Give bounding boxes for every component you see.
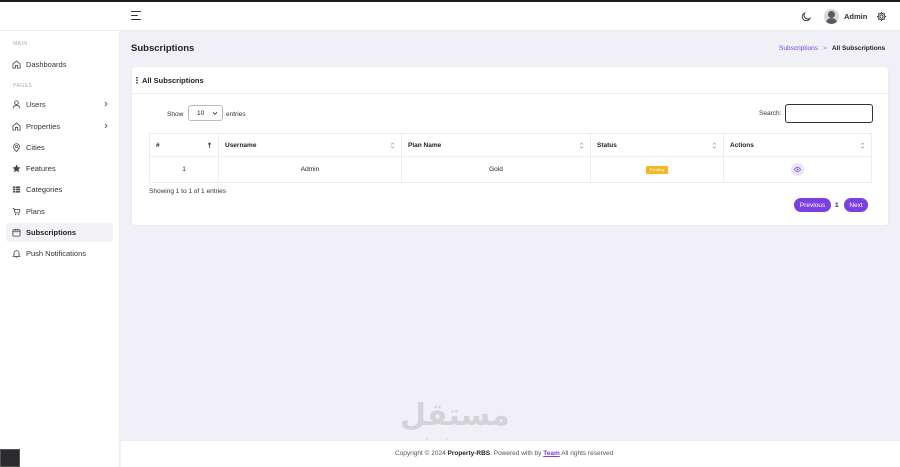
previous-button[interactable]: Previous — [794, 198, 831, 212]
sidebar-item-label: Properties — [26, 122, 61, 131]
cell-number: 1 — [149, 156, 219, 183]
sidebar-item-dashboards[interactable]: Dashboards — [6, 55, 113, 74]
sidebar-item-label: Features — [26, 164, 56, 173]
sidebar-item-label: Cities — [26, 143, 45, 152]
column-header-label: Username — [225, 141, 257, 149]
sidebar-item-label: Categories — [26, 185, 63, 194]
entries-label: entries — [226, 111, 246, 118]
chevron-right-icon — [104, 101, 108, 107]
sidebar-item-categories[interactable]: Categories — [6, 180, 113, 199]
page-length-value: 10 — [197, 110, 205, 117]
cell-status: Pending — [590, 156, 724, 183]
sidebar-item-plans[interactable]: Plans — [6, 202, 113, 221]
sidebar: MAIN Dashboards PAGES Users Properties C… — [0, 31, 120, 467]
cell-actions — [723, 156, 872, 183]
table-row: 1 Admin Gold Pending — [149, 156, 872, 183]
card-title: All Subscriptions — [142, 76, 204, 85]
sort-icon — [579, 142, 584, 149]
column-header-plan-name[interactable]: Plan Name — [401, 133, 591, 157]
table-header-row: # Username Plan Name Status Actions — [149, 133, 872, 157]
home-icon — [12, 122, 21, 131]
footer-copyright: Copyright © 2024 — [395, 450, 446, 457]
user-icon — [12, 100, 21, 109]
user-name[interactable]: Admin — [844, 12, 867, 21]
sidebar-item-cities[interactable]: Cities — [6, 138, 113, 157]
footer-text: Copyright © 2024 Property-RBS. Powered w… — [395, 450, 613, 457]
moon-icon[interactable] — [801, 11, 812, 22]
cell-username: Admin — [218, 156, 402, 183]
subscriptions-card: All Subscriptions Show 10 entries Search… — [131, 66, 889, 226]
footer: Copyright © 2024 Property-RBS. Powered w… — [121, 440, 900, 467]
watermark-arabic: مستقل — [400, 398, 510, 433]
box-icon — [12, 228, 21, 237]
column-header-number[interactable]: # — [149, 133, 219, 157]
breadcrumb: Subscriptions > All Subscriptions — [779, 45, 885, 52]
sidebar-item-label: Users — [26, 100, 46, 109]
page-number-current[interactable]: 1 — [835, 202, 839, 209]
sidebar-item-label: Subscriptions — [26, 228, 77, 237]
sort-icon — [860, 142, 865, 149]
show-label: Show — [167, 111, 184, 118]
footer-brand: Property-RBS — [447, 450, 491, 457]
breadcrumb-current: All Subscriptions — [831, 45, 886, 52]
sidebar-item-label: Plans — [26, 207, 45, 216]
star-icon — [12, 164, 21, 173]
column-header-actions[interactable]: Actions — [723, 133, 872, 157]
sidebar-item-features[interactable]: Features — [6, 159, 113, 178]
sidebar-item-label: Dashboards — [26, 60, 67, 69]
sort-asc-icon — [207, 142, 212, 148]
top-bar: Admin — [0, 0, 900, 31]
footer-team-link[interactable]: Team — [543, 450, 560, 457]
sidebar-item-label: Push Notifications — [26, 249, 87, 258]
footer-rights: All rights reserved — [561, 450, 614, 457]
sort-icon — [712, 142, 717, 149]
hamburger-icon[interactable] — [131, 11, 141, 20]
status-badge: Pending — [645, 165, 669, 174]
cart-icon — [12, 207, 21, 216]
breadcrumb-link-subscriptions[interactable]: Subscriptions — [779, 45, 818, 52]
search-label: Search: — [759, 110, 782, 117]
home-icon — [12, 60, 21, 69]
column-header-label: Status — [597, 141, 617, 149]
sidebar-item-push-notifications[interactable]: Push Notifications — [6, 244, 113, 263]
cell-plan-name: Gold — [401, 156, 591, 183]
avatar[interactable] — [824, 9, 839, 24]
page-title: Subscriptions — [131, 43, 195, 54]
grid-icon — [12, 186, 21, 193]
sidebar-item-properties[interactable]: Properties — [6, 117, 113, 136]
column-header-username[interactable]: Username — [218, 133, 402, 157]
footer-powered: . Powered with by — [490, 450, 542, 457]
column-header-label: # — [156, 141, 160, 149]
column-header-label: Actions — [730, 141, 754, 149]
card-header-marker — [136, 77, 138, 84]
section-label-main: MAIN — [13, 41, 28, 47]
search-input[interactable] — [785, 104, 873, 123]
chevron-down-icon — [212, 111, 218, 115]
eye-icon — [794, 167, 801, 172]
column-header-status[interactable]: Status — [590, 133, 724, 157]
sidebar-item-subscriptions[interactable]: Subscriptions — [6, 223, 113, 242]
subscriptions-table: # Username Plan Name Status Actions 1 Ad… — [149, 133, 872, 183]
sidebar-item-users[interactable]: Users — [6, 95, 113, 114]
corner-thumbnail — [0, 449, 20, 467]
column-header-label: Plan Name — [408, 141, 442, 149]
page-length-select[interactable]: 10 — [188, 105, 223, 121]
bell-icon — [12, 250, 21, 258]
sort-icon — [390, 142, 395, 149]
section-label-pages: PAGES — [13, 83, 33, 89]
next-button[interactable]: Next — [844, 198, 868, 212]
card-header: All Subscriptions — [132, 67, 888, 94]
breadcrumb-separator: > — [823, 45, 827, 52]
view-button[interactable] — [791, 163, 804, 176]
table-info: Showing 1 to 1 of 1 entries — [149, 188, 226, 195]
gear-icon[interactable] — [876, 11, 887, 22]
app-frame: Admin MAIN Dashboards PAGES Users Proper… — [0, 0, 900, 467]
location-pin-icon — [13, 143, 20, 152]
chevron-right-icon — [104, 123, 108, 129]
